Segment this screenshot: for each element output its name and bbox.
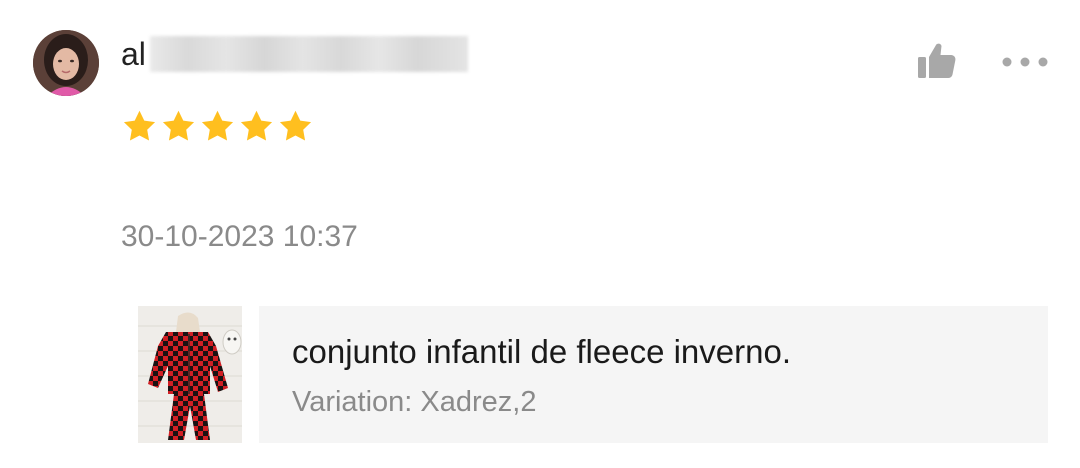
star-icon bbox=[201, 110, 234, 141]
more-horizontal-icon bbox=[1002, 57, 1048, 67]
username-redaction bbox=[150, 36, 468, 72]
star-icon bbox=[240, 110, 273, 141]
reviewer-username[interactable]: al bbox=[121, 34, 146, 74]
review-timestamp: 30-10-2023 10:37 bbox=[121, 220, 358, 253]
product-variation: Variation: Xadrez,2 bbox=[292, 386, 537, 418]
star-icon bbox=[162, 110, 195, 141]
product-name: conjunto infantil de fleece inverno. bbox=[292, 333, 791, 370]
thumbs-up-icon bbox=[918, 43, 956, 78]
product-thumbnail[interactable] bbox=[138, 306, 242, 443]
reviewer-avatar[interactable] bbox=[33, 30, 99, 96]
star-rating bbox=[121, 108, 314, 145]
like-button[interactable] bbox=[914, 40, 960, 84]
more-options-button[interactable] bbox=[998, 50, 1052, 74]
product-info-panel[interactable]: conjunto infantil de fleece inverno. Var… bbox=[259, 306, 1048, 443]
star-icon bbox=[123, 110, 156, 141]
product-image bbox=[138, 306, 242, 443]
star-icon bbox=[279, 110, 312, 141]
avatar-image bbox=[33, 30, 99, 96]
